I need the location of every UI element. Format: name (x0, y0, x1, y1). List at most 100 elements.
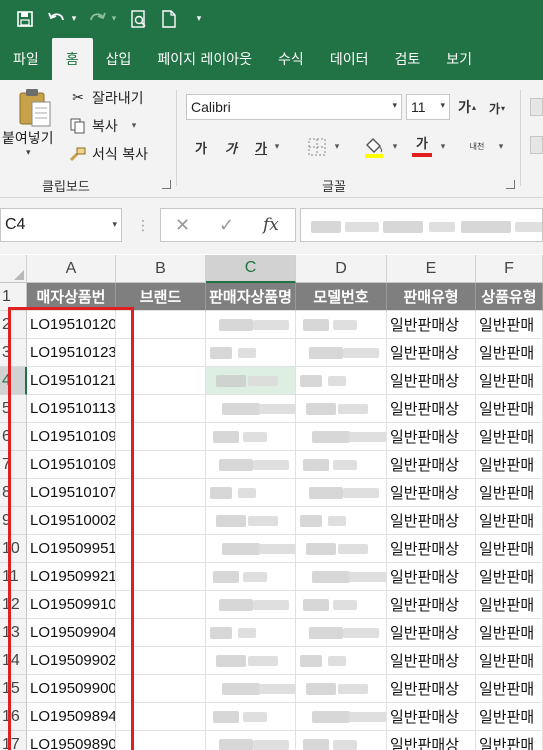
cell-d16[interactable] (296, 703, 387, 731)
column-header-f[interactable]: F (476, 255, 543, 283)
cell-d6[interactable] (296, 423, 387, 451)
align-left-icon[interactable] (530, 136, 543, 154)
tab-home[interactable]: 홈 (51, 38, 93, 80)
tab-page-layout[interactable]: 페이지 레이아웃 (144, 38, 265, 80)
cell-c5[interactable] (206, 395, 296, 423)
cell-e11[interactable]: 일반판매상 (387, 563, 476, 591)
cell-f15[interactable]: 일반판매 (476, 675, 543, 703)
cell-f9[interactable]: 일반판매 (476, 507, 543, 535)
cell-e2[interactable]: 일반판매상 (387, 311, 476, 339)
cell-e7[interactable]: 일반판매상 (387, 451, 476, 479)
format-painter-button[interactable]: 서식 복사 (68, 144, 148, 164)
fill-color-icon[interactable] (362, 134, 386, 160)
cell-d13[interactable] (296, 619, 387, 647)
cell-c12[interactable] (206, 591, 296, 619)
copy-button[interactable]: 복사 ▾ (68, 116, 136, 136)
tab-file[interactable]: 파일 (0, 38, 52, 80)
align-top-icon[interactable] (530, 98, 543, 116)
tab-view[interactable]: 보기 (433, 38, 485, 80)
cell-f7[interactable]: 일반판매 (476, 451, 543, 479)
cell-e6[interactable]: 일반판매상 (387, 423, 476, 451)
font-color-dropdown-icon[interactable]: ▾ (438, 138, 448, 156)
formula-input[interactable] (300, 208, 543, 242)
cell-c1[interactable]: 판매자상품명 (206, 283, 296, 311)
tab-review[interactable]: 검토 (381, 38, 433, 80)
decrease-font-size-button[interactable]: 가 ▾ (488, 98, 506, 118)
cell-e13[interactable]: 일반판매상 (387, 619, 476, 647)
cancel-icon[interactable]: ✕ (175, 215, 190, 236)
increase-font-size-button[interactable]: 가 ▴ (458, 96, 476, 118)
phonetic-guide-button[interactable]: 내천 (466, 134, 488, 158)
undo-icon[interactable] (46, 6, 68, 32)
cell-c9[interactable] (206, 507, 296, 535)
cell-e1[interactable]: 판매유형 (387, 283, 476, 311)
cell-c8[interactable] (206, 479, 296, 507)
cell-c15[interactable] (206, 675, 296, 703)
font-color-button[interactable]: 가 (410, 134, 434, 160)
underline-button[interactable]: 가 (252, 136, 270, 158)
enter-icon[interactable]: ✓ (219, 215, 234, 236)
clipboard-launcher-icon[interactable]: ↘ (162, 180, 171, 189)
cell-e16[interactable]: 일반판매상 (387, 703, 476, 731)
cell-e5[interactable]: 일반판매상 (387, 395, 476, 423)
column-header-c[interactable]: C (206, 255, 296, 283)
phonetic-dropdown-icon[interactable]: ▾ (496, 138, 506, 156)
column-header-a[interactable]: A (27, 255, 116, 283)
cell-c14[interactable] (206, 647, 296, 675)
cell-d15[interactable] (296, 675, 387, 703)
paste-button[interactable]: 붙여넣기 (2, 128, 54, 148)
cell-e8[interactable]: 일반판매상 (387, 479, 476, 507)
print-preview-icon[interactable] (126, 6, 152, 32)
cell-e15[interactable]: 일반판매상 (387, 675, 476, 703)
customize-icon[interactable]: ▾ (192, 6, 206, 32)
cell-e3[interactable]: 일반판매상 (387, 339, 476, 367)
cell-c10[interactable] (206, 535, 296, 563)
cell-f3[interactable]: 일반판매 (476, 339, 543, 367)
save-icon[interactable] (12, 6, 38, 32)
cell-f10[interactable]: 일반판매 (476, 535, 543, 563)
bold-button[interactable]: 가 (192, 136, 210, 158)
cell-f17[interactable]: 일반판매 (476, 731, 543, 750)
cell-c6[interactable] (206, 423, 296, 451)
cell-f4[interactable]: 일반판매 (476, 367, 543, 395)
cell-c11[interactable] (206, 563, 296, 591)
paste-icon[interactable] (18, 88, 52, 128)
cell-e10[interactable]: 일반판매상 (387, 535, 476, 563)
cell-d17[interactable] (296, 731, 387, 750)
column-header-e[interactable]: E (387, 255, 476, 283)
cell-d4[interactable] (296, 367, 387, 395)
cell-c7[interactable] (206, 451, 296, 479)
cell-e9[interactable]: 일반판매상 (387, 507, 476, 535)
insert-function-icon[interactable]: fx (263, 215, 279, 235)
column-header-d[interactable]: D (296, 255, 387, 283)
underline-dropdown-icon[interactable]: ▾ (272, 138, 282, 156)
cut-button[interactable]: ✂ 잘라내기 (68, 88, 143, 108)
cell-e17[interactable]: 일반판매상 (387, 731, 476, 750)
redo-dropdown-icon[interactable]: ▾ (108, 6, 120, 32)
cell-c16[interactable] (206, 703, 296, 731)
cell-c17[interactable] (206, 731, 296, 750)
name-box[interactable]: C4 ▾ (0, 208, 122, 242)
cell-c3[interactable] (206, 339, 296, 367)
cell-f11[interactable]: 일반판매 (476, 563, 543, 591)
font-launcher-icon[interactable]: ↘ (506, 180, 515, 189)
column-header-b[interactable]: B (116, 255, 206, 283)
cell-d14[interactable] (296, 647, 387, 675)
cell-d10[interactable] (296, 535, 387, 563)
cell-e4[interactable]: 일반판매상 (387, 367, 476, 395)
cell-c4[interactable] (206, 367, 296, 395)
cell-f13[interactable]: 일반판매 (476, 619, 543, 647)
tab-formulas[interactable]: 수식 (265, 38, 317, 80)
cell-f16[interactable]: 일반판매 (476, 703, 543, 731)
cell-c13[interactable] (206, 619, 296, 647)
cell-d3[interactable] (296, 339, 387, 367)
cell-f14[interactable]: 일반판매 (476, 647, 543, 675)
cell-d9[interactable] (296, 507, 387, 535)
cell-f8[interactable]: 일반판매 (476, 479, 543, 507)
font-name-combo[interactable]: Calibri ▾ (186, 94, 402, 120)
new-file-icon[interactable] (156, 6, 182, 32)
cell-d8[interactable] (296, 479, 387, 507)
borders-icon[interactable] (306, 136, 328, 158)
italic-button[interactable]: 가 (222, 136, 240, 158)
cell-e12[interactable]: 일반판매상 (387, 591, 476, 619)
